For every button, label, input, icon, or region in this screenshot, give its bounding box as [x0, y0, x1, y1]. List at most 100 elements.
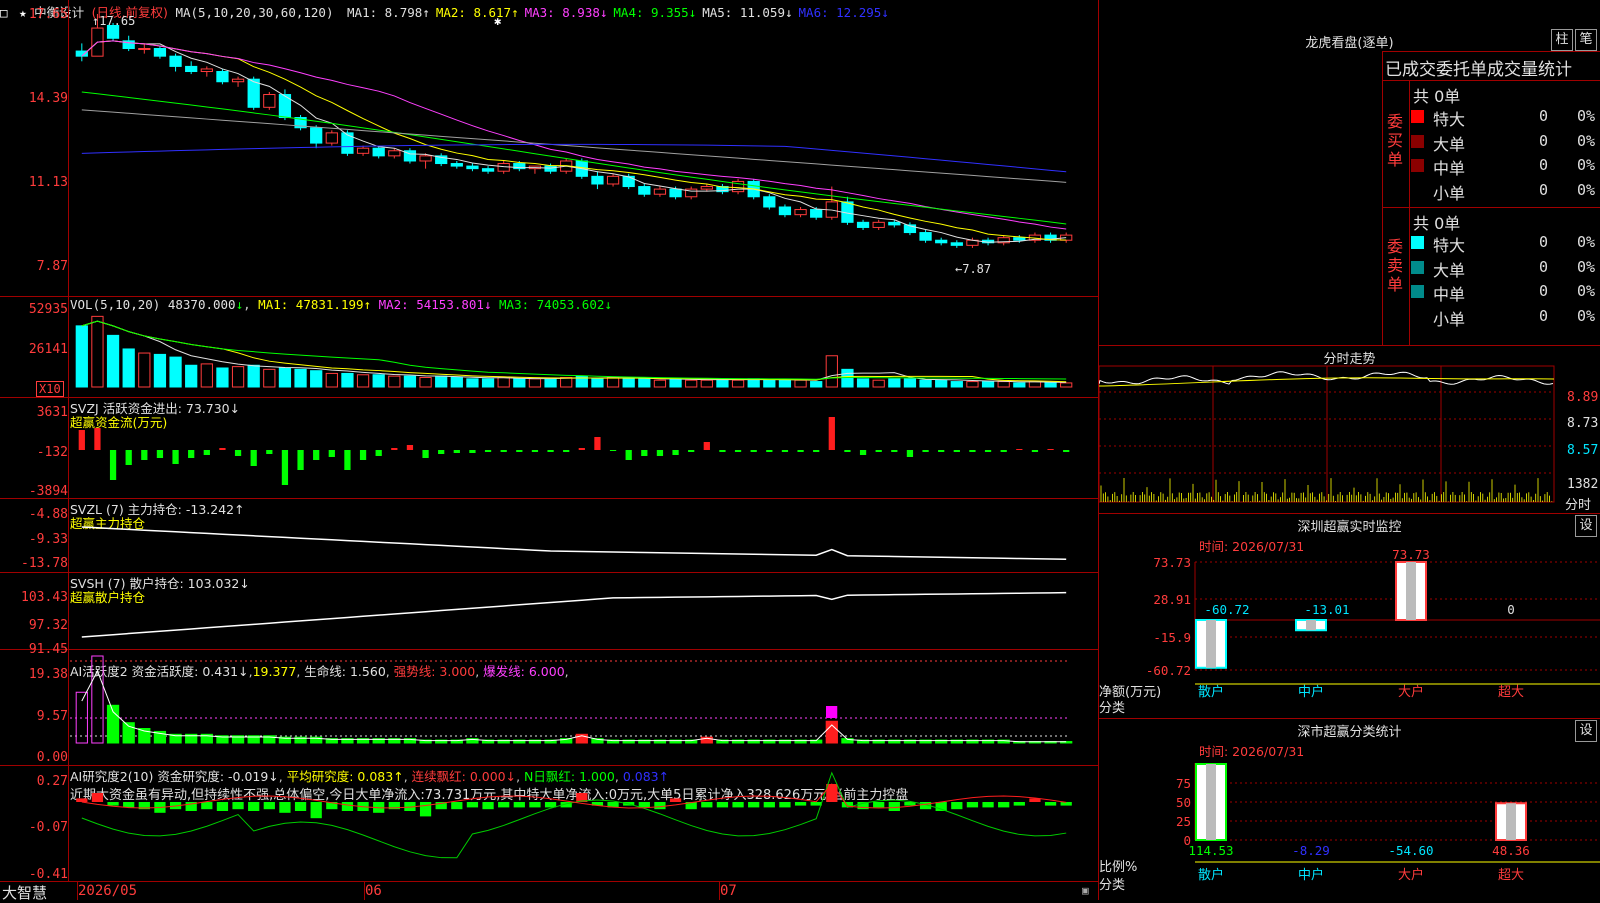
ai-research-green-line — [81, 771, 1067, 859]
svzj-bar — [938, 450, 945, 452]
svzl-pane[interactable]: SVZL (7) 主力持仓: -13.242↑ 超赢主力持仓 — [0, 499, 1098, 573]
svzj-bar — [516, 450, 523, 452]
volume-bar — [200, 363, 213, 388]
svzl-y-3: -13.78 — [21, 556, 68, 571]
star-icon[interactable]: ★ — [19, 5, 27, 20]
volume-bar — [981, 381, 995, 388]
volume-bar — [388, 375, 401, 388]
ma3-line — [81, 40, 1067, 230]
volume-bar — [106, 334, 120, 388]
svzj-bar — [469, 450, 476, 453]
szm-y-label: 28.91 — [1153, 592, 1191, 607]
szs-value-label: 114.53 — [1188, 843, 1233, 858]
svsh-chart[interactable] — [70, 573, 1098, 649]
svzj-bar — [1063, 450, 1070, 452]
candle-body — [138, 48, 151, 51]
svzj-bar — [688, 450, 695, 452]
ai-research-bar — [763, 802, 775, 808]
volume-bar — [544, 378, 557, 388]
sell-row-pct: 0% — [1577, 233, 1596, 251]
ai-research-bar — [451, 802, 463, 810]
ai-research-bar — [498, 802, 510, 808]
svzl-y-1: -4.88 — [28, 507, 68, 522]
ai-research-bar — [513, 802, 525, 808]
candle-body — [653, 188, 667, 195]
ai-active-y-3: 0.00 — [36, 750, 68, 765]
svzj-bar — [281, 450, 289, 485]
svzj-chart[interactable] — [70, 398, 1098, 498]
volume-bar — [778, 379, 792, 388]
svzj-bar — [484, 450, 492, 452]
longhu-box: 已成交委托单成交量统计 委买单 委卖单 共 0单 共 0单 特大 0 0% 大单 0 0%… — [1382, 51, 1600, 345]
svzj-bar — [328, 450, 335, 457]
ai-research-bar — [794, 802, 807, 806]
ai-active-line — [81, 669, 1067, 743]
buy-row-count: 0 — [1539, 156, 1549, 174]
kline-chart[interactable] — [70, 14, 1098, 294]
sell-row-3: 中单 0 0% — [1411, 281, 1600, 304]
buy-row-3: 中单 0 0% — [1411, 155, 1600, 178]
fenshi-y-1: 8.89 — [1567, 390, 1599, 405]
candle-body — [669, 188, 682, 198]
svzj-pane[interactable]: SVZJ 活跃资金进出: 73.730↓ 超赢资金流(万元) — [0, 398, 1098, 499]
ai-research-bar — [1060, 802, 1072, 806]
svsh-pane[interactable]: SVSH (7) 散户持仓: 103.032↓ 超赢散户持仓 — [0, 573, 1098, 650]
ai-research-pane[interactable]: AI研究度2(10) 资金研究度: -0.019↓, 平均研究度: 0.083↑… — [0, 766, 1098, 880]
candle-body — [544, 165, 557, 172]
ai-research-bar — [998, 802, 1010, 808]
ai-research-bar — [951, 802, 963, 810]
volume-chart[interactable] — [70, 311, 1098, 397]
sell-side-label: 委卖单 — [1387, 237, 1404, 294]
axis-tick-1 — [77, 882, 78, 900]
fenshi-panel[interactable]: 分时走势 8.89 8.73 8.57 1382 分时 — [1099, 345, 1600, 514]
svzj-bar — [172, 450, 179, 464]
candle-body — [856, 221, 870, 228]
sz-stats-panel: 深市超赢分类统计 设 时间: 2026/07/31 75 50 25 0 114.53 散… — [1099, 718, 1600, 901]
kline-pane[interactable]: □ ★ 中衡设计 (日线,前复权) MA(5,10,20,30,60,120) … — [0, 0, 1098, 297]
candle-body — [888, 221, 901, 226]
sell-row-1: 特大 0 0% — [1411, 232, 1600, 255]
volume-bar — [325, 372, 338, 388]
svzj-bar — [891, 450, 898, 452]
ai-active-chart[interactable] — [70, 650, 1098, 765]
menu-icon[interactable]: □ — [0, 5, 8, 20]
ai-research-bar — [1013, 802, 1025, 806]
axis-tick-2 — [364, 882, 365, 900]
svzj-bar — [500, 450, 507, 452]
y-label-1439: 14.39 — [28, 91, 68, 106]
ai-research-bar — [873, 802, 885, 808]
sell-row-label: 小单 — [1433, 309, 1466, 329]
volume-bar — [122, 348, 135, 388]
candle-body — [200, 68, 213, 73]
svsh-y-1: 103.43 — [21, 590, 68, 605]
szm-value-label: -60.72 — [1204, 602, 1249, 617]
lock-icon[interactable]: ▣ — [1082, 884, 1089, 897]
ai-research-bar — [107, 802, 119, 806]
volume-bar — [356, 374, 370, 388]
svzj-bar — [234, 450, 242, 456]
ai-research-bar — [654, 802, 666, 810]
svzj-bar — [359, 450, 367, 460]
volume-bar — [560, 376, 573, 388]
svzl-chart[interactable] — [70, 499, 1098, 572]
candle-body — [622, 175, 635, 188]
ai-research-bar — [123, 802, 135, 808]
buy-col-divider — [1409, 80, 1410, 345]
fenshi-chart[interactable] — [1099, 364, 1564, 512]
vol-y-label-2: 26141 — [28, 342, 68, 357]
candle-body — [466, 165, 479, 170]
volume-pane[interactable]: VOL(5,10,20) 48370.000↓, MA1: 47831.199↑… — [0, 297, 1098, 398]
ai-research-chart[interactable] — [70, 766, 1098, 880]
tick-mode-button[interactable]: 笔 — [1575, 29, 1597, 51]
candle-body — [372, 147, 385, 157]
ai-active-pane[interactable]: AI活跃度2 资金活跃度: 0.431↓,19.377, 生命线: 1.560,… — [0, 650, 1098, 766]
buy-row-label: 小单 — [1433, 183, 1466, 203]
buy-row-pct: 0% — [1577, 107, 1596, 125]
volume-bar — [935, 379, 948, 388]
ai-research-bar — [216, 802, 229, 811]
time-label-may: 2026/05 — [78, 883, 138, 899]
bar-mode-button[interactable]: 柱 — [1551, 29, 1573, 51]
candle-body — [919, 232, 932, 241]
candle-body — [810, 209, 823, 218]
ai-research-bar — [232, 802, 244, 810]
